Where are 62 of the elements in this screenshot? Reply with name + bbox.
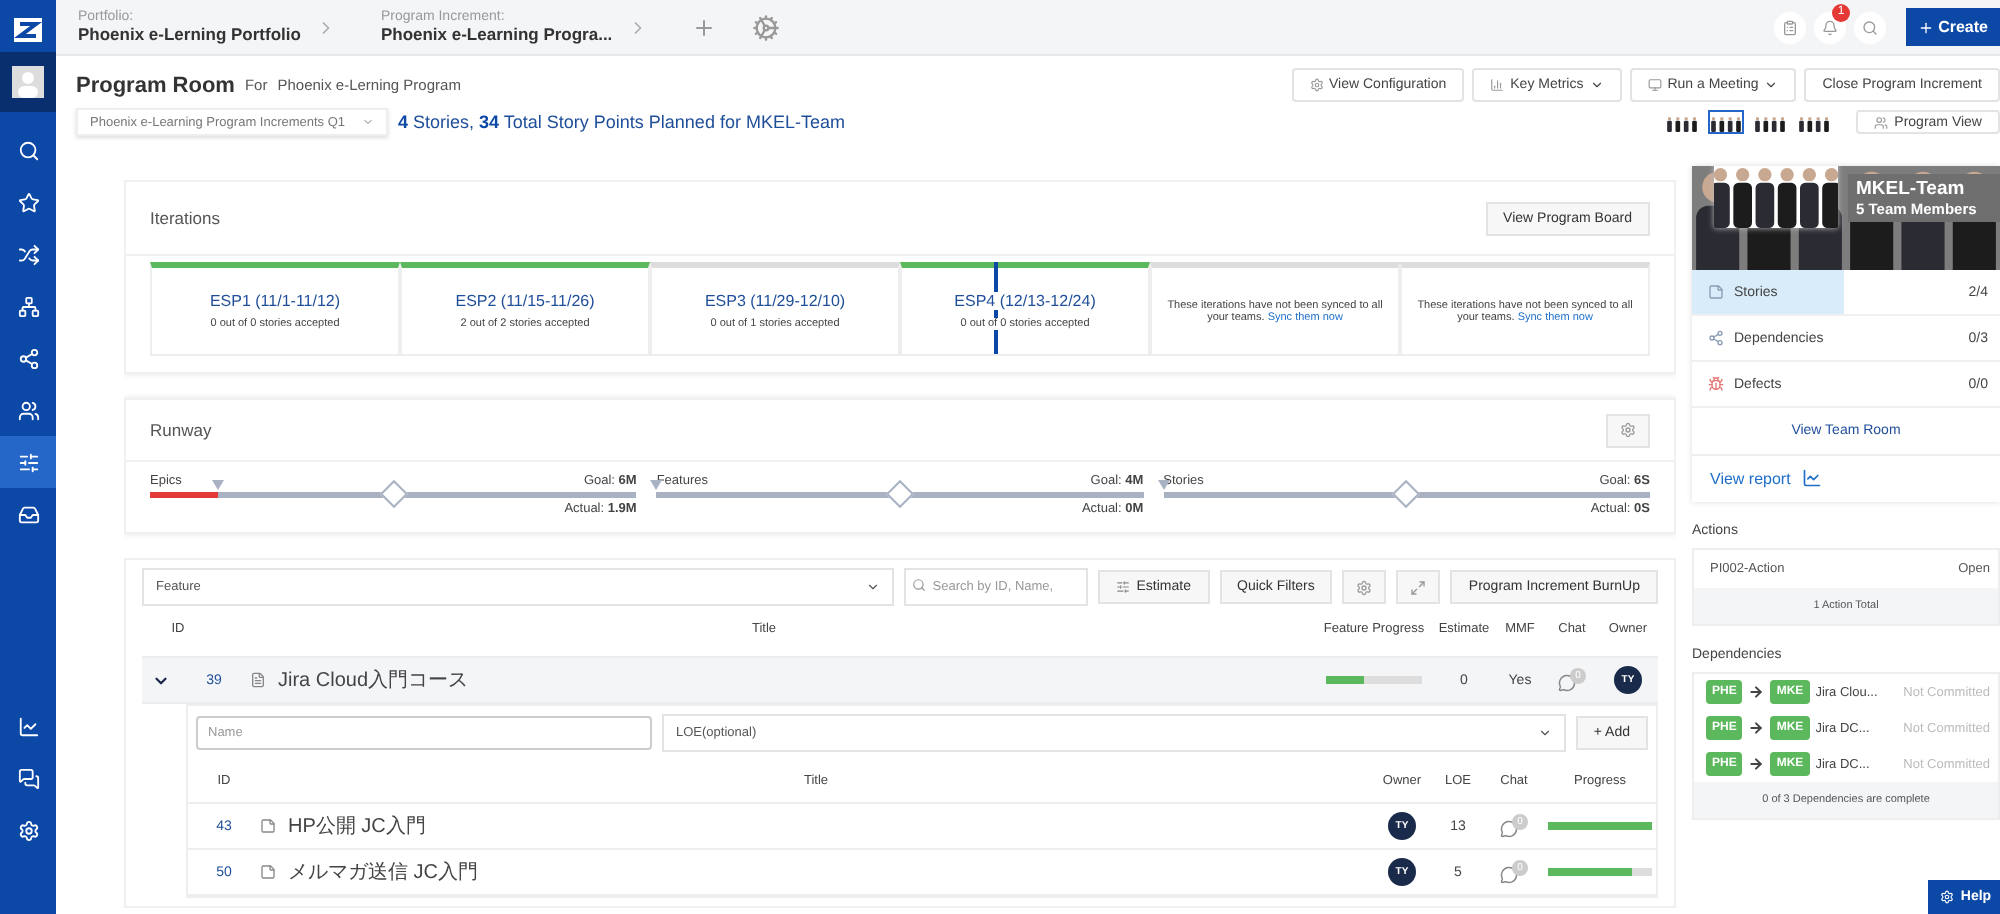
caret-icon <box>866 580 881 594</box>
line-chart-icon <box>17 715 39 737</box>
caret-icon <box>1537 726 1552 740</box>
search-icon <box>912 578 927 592</box>
report-link[interactable]: View report <box>1710 469 1791 487</box>
document-icon <box>250 672 266 688</box>
search-icon <box>1862 19 1879 35</box>
bar-chart-icon <box>1490 78 1505 92</box>
iteration-link[interactable]: ESP1 (11/1-11/12) <box>209 292 341 310</box>
share-icon <box>1708 330 1724 346</box>
users-icon <box>17 399 39 421</box>
story-title[interactable]: メルマガ送信 JC入門 <box>288 858 478 886</box>
monitor-icon <box>1647 78 1662 92</box>
story-title[interactable]: HP公開 JC入門 <box>288 812 426 840</box>
bell-icon <box>1822 19 1839 35</box>
plus-icon <box>1918 19 1935 35</box>
feature-title[interactable]: Jira Cloud入門コース <box>278 666 469 694</box>
clipboard-button[interactable] <box>1774 11 1807 43</box>
search-icon <box>17 139 39 161</box>
arrow-icon <box>1748 756 1765 772</box>
settings-icon <box>1620 422 1636 438</box>
settings-icon <box>1309 78 1323 92</box>
card-title: Runway <box>150 420 212 440</box>
iteration-link[interactable]: ESP4 (12/13-12/24) <box>954 292 1096 310</box>
note-icon <box>1708 284 1724 300</box>
hierarchy-icon <box>17 295 39 317</box>
caret-icon <box>362 116 374 128</box>
card-title: Iterations <box>150 208 220 228</box>
summary-text: 4 Stories, 34 Total Story Points Planned for MKEL-Team <box>398 112 845 132</box>
create-button[interactable]: Create <box>1906 8 2000 46</box>
star-icon <box>17 191 39 213</box>
speech-bubble-icon <box>1500 820 1518 838</box>
share-icon <box>17 347 39 369</box>
chat-icon <box>17 767 39 789</box>
clipboard-icon <box>1782 19 1799 35</box>
shuffle-icon <box>17 243 39 265</box>
plus-icon[interactable] <box>692 15 717 39</box>
page-title: Program Room <box>76 73 235 97</box>
speech-bubble-icon <box>1558 674 1576 692</box>
line-chart-icon <box>1802 468 1823 488</box>
arrow-icon <box>1748 720 1765 736</box>
caret-icon <box>1589 78 1604 92</box>
sliders-icon <box>1116 580 1131 594</box>
expand-icon <box>1410 579 1427 595</box>
inbox-icon <box>17 503 39 525</box>
note-icon <box>260 818 276 834</box>
bug-icon <box>1708 376 1724 392</box>
settings-icon <box>17 819 39 841</box>
iteration-link[interactable]: ESP2 (11/15-11/26) <box>455 292 595 310</box>
settings-icon <box>1940 890 1955 904</box>
settings-icon <box>1356 579 1373 595</box>
nav-item[interactable] <box>0 436 56 488</box>
runway-fill <box>150 492 219 498</box>
iteration-link[interactable]: ESP3 (11/29-12/10) <box>704 292 846 310</box>
note-icon <box>260 864 276 880</box>
arrow-icon <box>1748 684 1765 700</box>
caret-icon <box>1764 78 1779 92</box>
breadcrumb-link[interactable]: Phoenix e-Lerning Portfolio <box>78 24 301 44</box>
users-icon <box>1874 115 1889 129</box>
speech-bubble-icon <box>1500 866 1518 884</box>
sliders-icon <box>17 451 39 473</box>
breadcrumb-link[interactable]: Phoenix e-Learning Progra... <box>380 24 613 44</box>
